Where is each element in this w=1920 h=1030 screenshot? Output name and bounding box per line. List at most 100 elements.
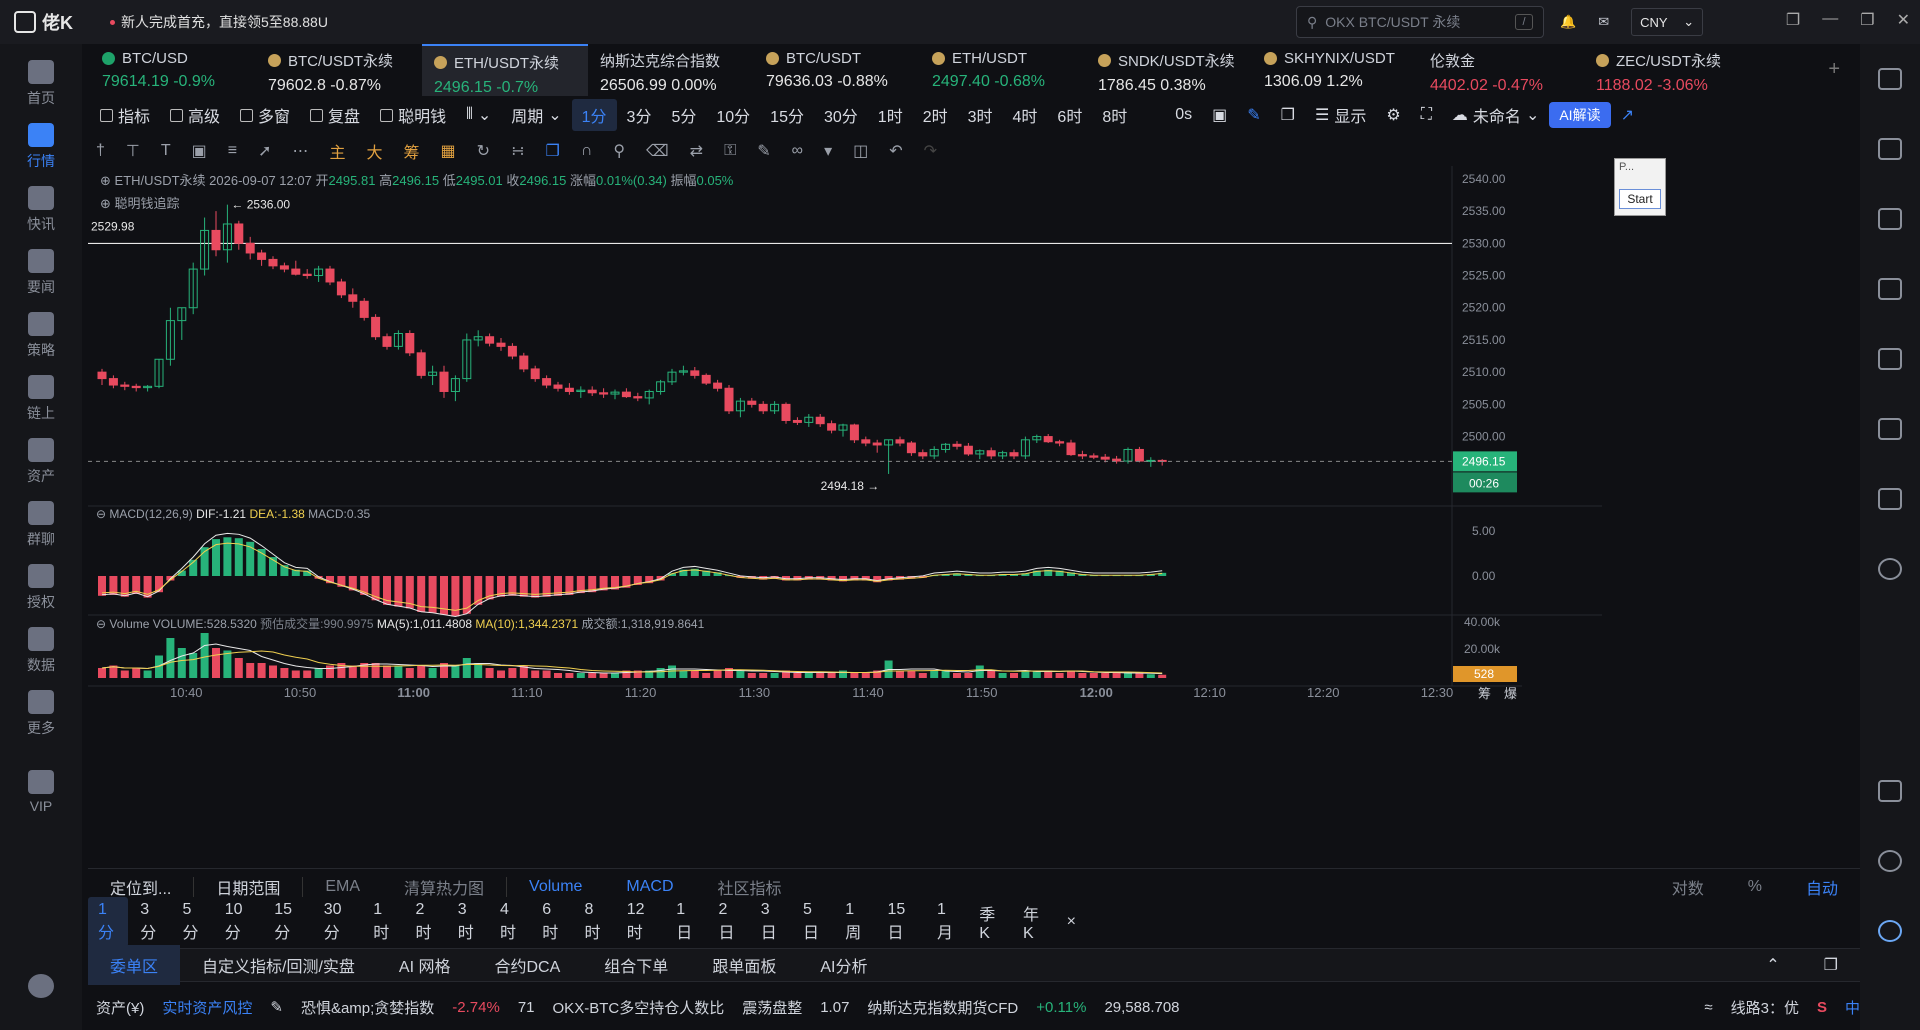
range-button[interactable]: 2日 [709,897,749,947]
bottom-tab[interactable]: 自定义指标/回测/实盘 [180,953,377,977]
document-icon[interactable] [1878,138,1902,160]
edit-icon[interactable]: ✎ [757,141,770,161]
redo-icon[interactable]: ↷ [924,141,937,161]
bottom-tab[interactable]: 合约DCA [473,953,583,977]
chart-up-icon[interactable] [1878,278,1902,300]
liquidation-heatmap-toggle[interactable]: 清算热力图 [382,875,506,899]
copy-icon[interactable]: ❐ [545,141,559,161]
range-button[interactable]: 15分 [264,897,312,947]
assistant-avatar-icon[interactable] [1878,920,1902,942]
robot-icon[interactable] [1878,488,1902,510]
sidebar-item-10[interactable]: 更多 [0,690,82,738]
horizontal-line-icon[interactable]: ⊤ [126,141,140,161]
range-button[interactable]: 30分 [314,897,362,947]
measure-icon[interactable]: ∺ [511,141,524,161]
range-button[interactable]: 1周 [835,897,875,947]
toolbar-multi-window-button[interactable]: 多窗 [230,103,300,127]
pair-icon[interactable]: ⇄ [690,141,703,161]
bottom-tab[interactable]: 组合下单 [582,953,690,977]
sidebar-item-11[interactable]: VIP [0,770,82,814]
axis-side-button[interactable]: 爆 [1504,686,1517,701]
settings-icon[interactable]: ⚙ [1376,105,1410,125]
ticker-tab[interactable]: SKHYNIX/USDT 1306.09 1.2% [1252,44,1418,96]
trash-icon[interactable]: ◫ [853,141,868,161]
range-button[interactable]: 5日 [793,897,833,947]
line-status[interactable]: 线路3：优 [1731,997,1799,1018]
sidebar-item-2[interactable]: 快讯 [0,186,82,234]
sidebar-item-1[interactable]: 行情 [0,123,82,171]
promo-banner[interactable]: 新人完成首充，直接领5至88.88U [110,12,328,32]
log-scale-toggle[interactable]: 对数 [1650,875,1726,899]
sidebar-item-4[interactable]: 策略 [0,312,82,360]
period-button[interactable]: 15分 [760,99,814,131]
bottom-tab[interactable]: AI 网格 [377,953,473,977]
trend-arrow-icon[interactable]: ↗ [1611,105,1644,125]
sidebar-item-6[interactable]: 资产 [0,438,82,486]
zoom-icon[interactable]: ⚲ [613,141,625,161]
add-ticker-icon[interactable]: + [1828,58,1840,81]
headset-icon[interactable] [1878,850,1902,872]
bell-icon[interactable]: 🔔 [1560,14,1576,30]
dots-icon[interactable]: ⋯ [293,141,309,161]
range-button[interactable]: 3时 [448,897,488,947]
range-button[interactable]: 15日 [878,897,926,947]
currency-select[interactable]: CNY ⌄ [1631,8,1704,36]
community-indicator-button[interactable]: 社区指标 [696,875,804,899]
assets-label[interactable]: 资产(¥) [96,997,144,1018]
toolbar-smart-money-button[interactable]: 聪明钱 [370,103,456,127]
range-button[interactable]: 季K [969,897,1011,947]
refresh-icon[interactable]: ↻ [477,141,490,161]
search-input[interactable]: OKX BTC/USDT 永续 [1325,12,1460,32]
ruler-icon[interactable]: ▣ [192,141,207,161]
range-button[interactable]: 12时 [617,897,665,947]
popout-icon[interactable]: ❐ [1802,955,1860,975]
percent-scale-toggle[interactable]: % [1726,878,1784,896]
floating-popup[interactable]: P... Start [1614,158,1666,216]
ticker-tab[interactable]: BTC/USD 79614.19 -0.9% [90,44,256,96]
range-button[interactable]: 6时 [532,897,572,947]
range-button[interactable]: 1分 [88,897,129,947]
list-icon[interactable] [1878,68,1902,90]
ticker-tab[interactable]: ETH/USDT永续 2496.15 -0.7% [422,44,588,96]
sidebar-item-3[interactable]: 要闻 [0,249,82,297]
chart-type-select[interactable]: ⫴ ⌄ [456,105,501,125]
sidebar-item-5[interactable]: 链上 [0,375,82,423]
range-button[interactable]: 1月 [927,897,967,947]
sidebar-item-9[interactable]: 数据 [0,627,82,675]
period-button[interactable]: 3分 [617,99,662,131]
layout-icon[interactable] [1878,780,1902,802]
chip-button[interactable]: 筹 [404,139,420,163]
period-button[interactable]: 1时 [868,99,913,131]
edit-icon[interactable]: ✎ [270,998,283,1016]
range-button[interactable]: 10分 [215,897,263,947]
undo-icon[interactable]: ↶ [889,141,902,161]
range-button[interactable]: 1日 [666,897,706,947]
volume-toggle[interactable]: Volume [507,878,604,896]
dollar-icon[interactable] [1878,208,1902,230]
ticker-tab[interactable]: 伦敦金 4402.02 -0.47% [1418,44,1584,96]
range-button[interactable]: 3分 [130,897,170,947]
locate-button[interactable]: 定位到... [88,875,193,899]
ime-mode[interactable]: 中 [1845,997,1860,1018]
exchange-icon[interactable] [1878,558,1902,580]
ticker-tab[interactable]: BTC/USDT 79636.03 -0.88% [754,44,920,96]
share-icon[interactable]: ❐ [1271,105,1305,125]
period-button[interactable]: 10分 [706,99,760,131]
search-box[interactable]: ⚲ OKX BTC/USDT 永续 / [1296,6,1544,38]
fib-icon[interactable]: ≡ [228,142,237,160]
trend-line-icon[interactable]: ➚ [258,141,271,161]
cycle-select[interactable]: 周期 ⌄ [501,103,571,127]
fullscreen-icon[interactable]: ⛶ [1411,106,1442,124]
restore-window-icon[interactable]: ❐ [1786,10,1800,30]
eraser-icon[interactable]: ⌫ [646,141,669,161]
toolbar-advanced-button[interactable]: 高级 [160,103,230,127]
bottom-tab[interactable]: 委单区 [88,945,181,985]
period-button[interactable]: 1分 [571,99,617,131]
period-button[interactable]: 5分 [661,99,706,131]
auto-scale-toggle[interactable]: 自动 [1784,875,1860,899]
sidebar-item-0[interactable]: 首页 [0,60,82,108]
date-range-button[interactable]: 日期范围 [194,875,302,899]
ticker-tab[interactable]: ETH/USDT 2497.40 -0.68% [920,44,1086,96]
range-button[interactable]: 8时 [575,897,615,947]
minimize-icon[interactable]: — [1822,10,1838,30]
